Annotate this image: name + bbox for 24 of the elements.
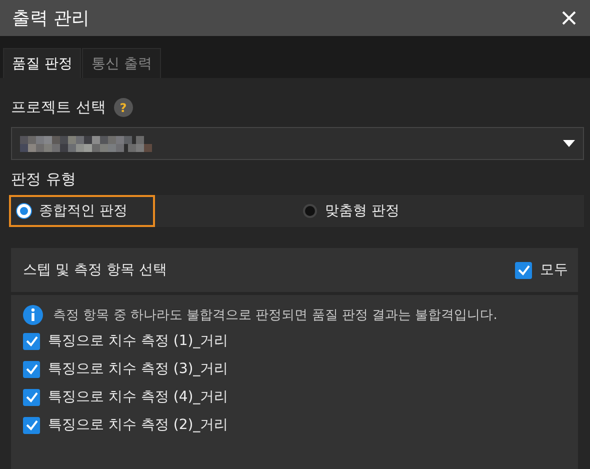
select-all-checkbox[interactable]: 모두	[515, 261, 568, 279]
radio-option[interactable]: 맞춤형 판정	[295, 195, 441, 227]
tab[interactable]: 품질 판정	[3, 48, 82, 78]
measurement-checkbox[interactable]: 특징으로 치수 측정 (4)_거리	[23, 388, 566, 406]
checkmark-icon	[24, 334, 38, 348]
info-text: 측정 항목 중 하나라도 불합격으로 판정되면 품질 판정 결과는 불합격입니다.	[53, 307, 498, 324]
measurement-checkbox[interactable]: 특징으로 치수 측정 (1)_거리	[23, 332, 566, 350]
project-dropdown[interactable]	[11, 127, 584, 160]
measurement-checkbox[interactable]: 특징으로 치수 측정 (2)_거리	[23, 416, 566, 434]
checkmark-icon	[24, 418, 38, 432]
tab[interactable]: 통신 출력	[82, 48, 161, 78]
info-icon	[23, 305, 43, 325]
close-icon[interactable]	[562, 11, 576, 25]
measurement-checkbox[interactable]: 특징으로 치수 측정 (3)_거리	[23, 360, 566, 378]
checkmark-icon	[24, 390, 38, 404]
caret-icon	[563, 140, 575, 147]
checkmark-icon	[516, 263, 530, 277]
checkmark-icon	[24, 362, 38, 376]
judgement-label: 판정 유형	[11, 170, 77, 189]
project-label: 프로젝트 선택	[11, 98, 106, 117]
panel-title: 스텝 및 측정 항목 선택	[23, 261, 167, 279]
window-title: 출력 관리	[12, 7, 90, 30]
radio-option[interactable]: 종합적인 판정	[9, 195, 155, 227]
help-icon[interactable]: ?	[114, 98, 133, 117]
